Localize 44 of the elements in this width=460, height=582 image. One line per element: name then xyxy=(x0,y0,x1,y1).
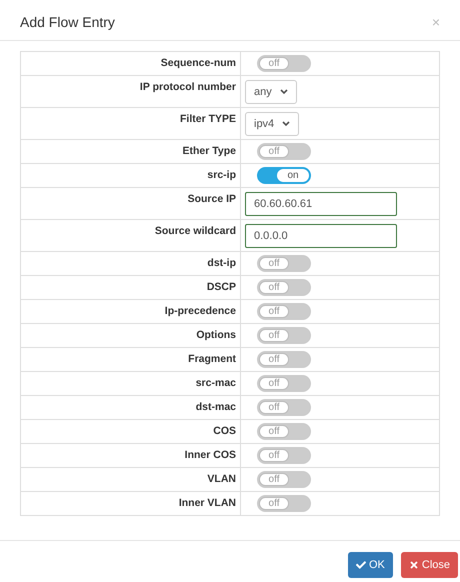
toggle-switch[interactable]: off xyxy=(257,447,311,464)
toggle-switch[interactable]: off xyxy=(257,399,311,416)
field-label: Inner COS xyxy=(184,449,236,461)
field-label: src-ip xyxy=(207,169,236,181)
toggle-switch[interactable]: off xyxy=(257,327,311,344)
close-icon xyxy=(408,560,419,570)
field-label: Ip-precedence xyxy=(164,305,236,317)
field-label: Options xyxy=(196,329,236,341)
field-label: Source wildcard xyxy=(154,225,236,237)
field-label: Sequence-num xyxy=(160,57,236,69)
toggle-switch[interactable]: off xyxy=(257,375,311,392)
chevron-down-icon xyxy=(280,88,288,94)
toggle-switch[interactable]: off xyxy=(257,279,311,296)
ok-button[interactable]: OK xyxy=(348,552,393,578)
close-button[interactable]: × xyxy=(432,15,440,29)
toggle-switch[interactable]: off xyxy=(257,495,311,512)
field-label: Filter TYPE xyxy=(180,113,236,125)
toggle-switch[interactable]: off xyxy=(257,143,311,160)
select-field[interactable]: any xyxy=(245,80,297,104)
check-icon xyxy=(356,560,366,570)
field-label: Fragment xyxy=(188,353,236,365)
field-label: VLAN xyxy=(207,473,236,485)
field-label: Source IP xyxy=(188,193,236,205)
toggle-switch[interactable]: off xyxy=(257,255,311,272)
toggle-switch[interactable]: off xyxy=(257,55,311,72)
field-label: dst-ip xyxy=(207,257,236,269)
field-label: src-mac xyxy=(196,377,236,389)
chevron-down-icon xyxy=(282,120,290,126)
dialog-title: Add Flow Entry xyxy=(20,12,115,32)
field-label: Inner VLAN xyxy=(178,497,236,509)
input-field[interactable]: 0.0.0.0 xyxy=(245,224,397,248)
close-dialog-button[interactable]: Close xyxy=(400,552,458,578)
toggle-switch[interactable]: off xyxy=(257,471,311,488)
toggle-switch[interactable]: on xyxy=(257,167,311,184)
toggle-switch[interactable]: off xyxy=(257,351,311,368)
toggle-switch[interactable]: off xyxy=(257,423,311,440)
field-label: IP protocol number xyxy=(140,81,236,93)
field-label: Ether Type xyxy=(182,145,236,157)
input-field[interactable]: 60.60.60.61 xyxy=(245,192,397,216)
select-field[interactable]: ipv4 xyxy=(245,112,300,136)
field-label: DSCP xyxy=(206,281,236,293)
field-label: COS xyxy=(213,425,236,437)
field-label: dst-mac xyxy=(196,401,236,413)
toggle-switch[interactable]: off xyxy=(257,303,311,320)
